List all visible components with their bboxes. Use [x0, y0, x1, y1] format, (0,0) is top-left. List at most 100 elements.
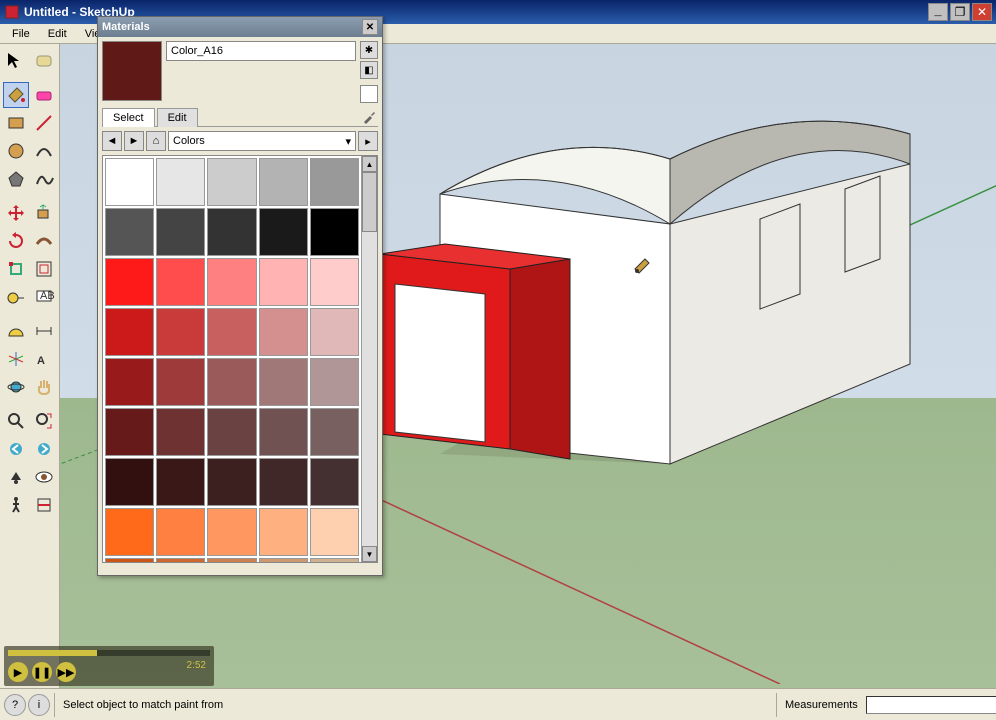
scroll-up-button[interactable]: ▲ [362, 156, 377, 172]
color-swatch[interactable] [105, 158, 154, 206]
nav-home-button[interactable]: ⌂ [146, 131, 166, 151]
status-tip-button[interactable]: ? [4, 694, 26, 716]
video-pause-button[interactable]: ❚❚ [32, 662, 52, 682]
tool-line[interactable] [31, 110, 57, 136]
color-swatch[interactable] [105, 508, 154, 556]
color-swatch[interactable] [156, 508, 205, 556]
status-info-button[interactable]: i [28, 694, 50, 716]
tool-freehand[interactable] [31, 166, 57, 192]
tool-section[interactable] [31, 492, 57, 518]
color-swatch[interactable] [207, 508, 256, 556]
tool-rotate[interactable] [3, 228, 29, 254]
color-swatch[interactable] [105, 358, 154, 406]
color-swatch[interactable] [207, 458, 256, 506]
tool-eraser-soft[interactable] [31, 48, 57, 74]
scroll-down-button[interactable]: ▼ [362, 546, 377, 562]
scroll-track[interactable] [362, 172, 377, 546]
color-swatch[interactable] [259, 208, 308, 256]
tool-axes[interactable] [3, 346, 29, 372]
color-swatch[interactable] [207, 258, 256, 306]
tool-circle[interactable] [3, 138, 29, 164]
tool-select-arrow[interactable] [3, 48, 29, 74]
color-swatch[interactable] [310, 158, 359, 206]
color-swatch[interactable] [310, 258, 359, 306]
scroll-thumb[interactable] [362, 172, 377, 232]
create-material-button[interactable]: ✱ [360, 41, 378, 59]
materials-library-dropdown[interactable]: Colors ▾ [168, 131, 356, 151]
tool-move[interactable] [3, 200, 29, 226]
color-swatch[interactable] [105, 458, 154, 506]
video-next-button[interactable]: ▶▶ [56, 662, 76, 682]
color-swatch[interactable] [259, 408, 308, 456]
color-swatch[interactable] [105, 258, 154, 306]
color-swatch[interactable] [259, 258, 308, 306]
material-preview-swatch[interactable] [102, 41, 162, 101]
tool-orbit[interactable] [3, 374, 29, 400]
color-swatch[interactable] [207, 158, 256, 206]
tool-scale[interactable] [3, 256, 29, 282]
tool-text[interactable]: ABC [31, 284, 57, 310]
tool-protractor[interactable] [3, 318, 29, 344]
materials-close-button[interactable]: ✕ [362, 19, 378, 35]
tool-dimension[interactable] [31, 318, 57, 344]
color-swatch[interactable] [310, 358, 359, 406]
sample-paint-button[interactable] [360, 108, 378, 126]
color-swatch[interactable] [259, 308, 308, 356]
color-swatch[interactable] [310, 208, 359, 256]
secondary-preview[interactable] [360, 85, 378, 103]
nav-forward-button[interactable]: ► [124, 131, 144, 151]
video-progress-track[interactable] [8, 650, 210, 656]
tool-look-around[interactable] [31, 464, 57, 490]
nav-back-button[interactable]: ◄ [102, 131, 122, 151]
color-swatch[interactable] [156, 208, 205, 256]
color-swatch[interactable] [207, 308, 256, 356]
color-swatch[interactable] [105, 558, 154, 562]
color-swatch[interactable] [156, 558, 205, 562]
color-swatch[interactable] [156, 408, 205, 456]
color-swatch[interactable] [156, 458, 205, 506]
color-swatch[interactable] [259, 558, 308, 562]
measurements-input[interactable] [866, 696, 996, 714]
tool-3dtext[interactable]: A [31, 346, 57, 372]
tool-follow-me[interactable] [31, 228, 57, 254]
video-play-button[interactable]: ▶ [8, 662, 28, 682]
tool-arc[interactable] [31, 138, 57, 164]
color-swatch[interactable] [105, 308, 154, 356]
restore-button[interactable]: ❐ [950, 3, 970, 21]
tool-pan[interactable] [31, 374, 57, 400]
tool-walk[interactable] [3, 492, 29, 518]
menu-file[interactable]: File [4, 26, 38, 42]
color-swatch[interactable] [156, 308, 205, 356]
color-swatch[interactable] [310, 408, 359, 456]
color-swatch[interactable] [259, 158, 308, 206]
tool-offset[interactable] [31, 256, 57, 282]
color-swatch[interactable] [207, 358, 256, 406]
tool-prev-view[interactable] [3, 436, 29, 462]
close-button[interactable]: ✕ [972, 3, 992, 21]
tool-position-camera[interactable] [3, 464, 29, 490]
color-swatch[interactable] [207, 408, 256, 456]
color-swatch[interactable] [310, 308, 359, 356]
tool-tape[interactable] [3, 284, 29, 310]
tool-pushpull[interactable] [31, 200, 57, 226]
color-swatch[interactable] [310, 558, 359, 562]
color-swatch[interactable] [259, 358, 308, 406]
color-swatch[interactable] [105, 408, 154, 456]
color-swatch[interactable] [259, 458, 308, 506]
tool-zoom[interactable] [3, 408, 29, 434]
color-swatch[interactable] [259, 508, 308, 556]
menu-edit[interactable]: Edit [40, 26, 75, 42]
material-name-input[interactable] [166, 41, 356, 61]
tool-eraser-pink[interactable] [31, 82, 57, 108]
materials-titlebar[interactable]: Materials ✕ [98, 17, 382, 37]
color-swatch[interactable] [156, 258, 205, 306]
color-swatch[interactable] [310, 508, 359, 556]
color-swatch[interactable] [156, 158, 205, 206]
tool-zoom-extents[interactable] [31, 408, 57, 434]
tool-polygon[interactable] [3, 166, 29, 192]
tool-next-view[interactable] [31, 436, 57, 462]
color-swatch[interactable] [207, 208, 256, 256]
tool-paint-bucket[interactable] [3, 82, 29, 108]
color-swatch[interactable] [156, 358, 205, 406]
color-swatch[interactable] [207, 558, 256, 562]
